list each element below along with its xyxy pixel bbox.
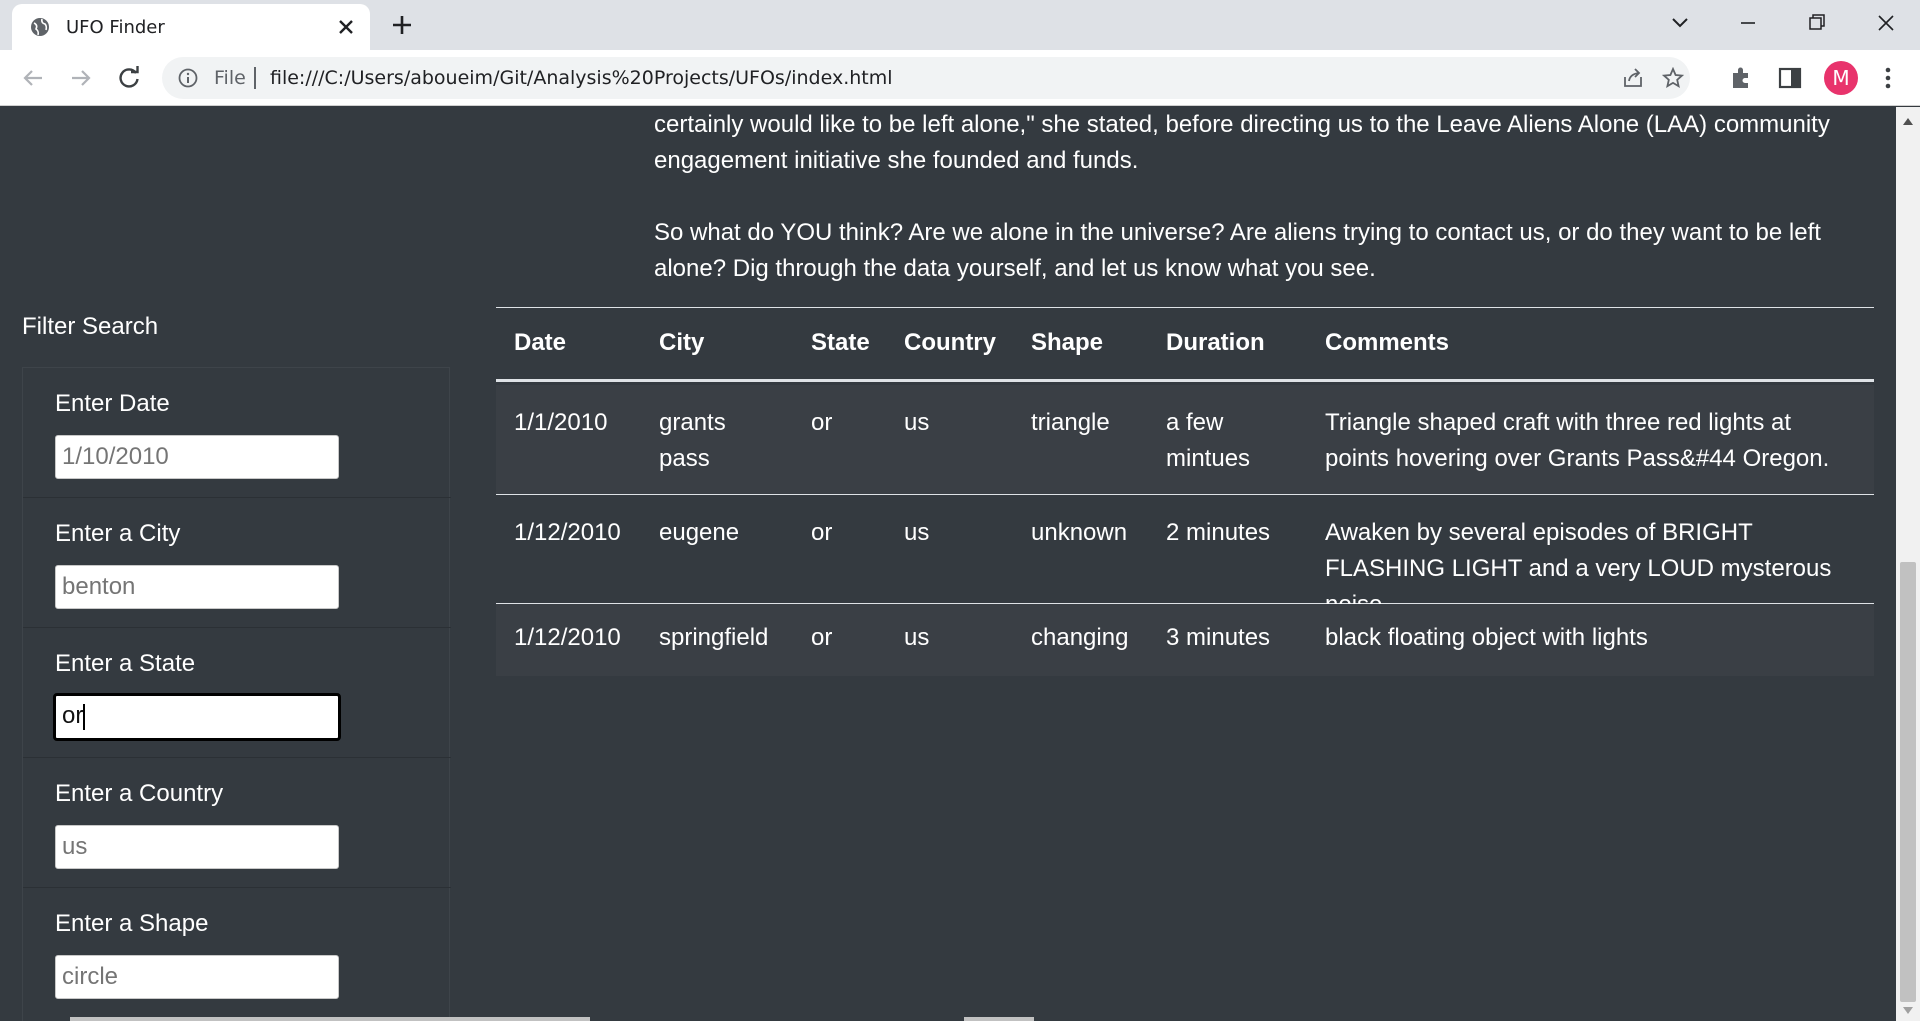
browser-tab[interactable]: UFO Finder xyxy=(12,4,370,50)
cell-city: grants pass xyxy=(659,409,726,472)
table-row: 1/1/2010 grants pass or us triangle a fe… xyxy=(496,385,1874,495)
column-header-state: State xyxy=(811,329,870,356)
cell-date: 1/12/2010 xyxy=(514,519,621,546)
close-tab-icon[interactable] xyxy=(334,15,358,39)
city-filter-input[interactable] xyxy=(55,565,339,609)
column-header-country: Country xyxy=(904,329,996,356)
column-header-city: City xyxy=(659,329,705,356)
scrollbar-thumb[interactable] xyxy=(1900,562,1916,1002)
back-icon[interactable] xyxy=(18,63,48,93)
forward-icon[interactable] xyxy=(66,63,96,93)
profile-avatar[interactable]: M xyxy=(1824,61,1858,95)
new-tab-button[interactable] xyxy=(384,8,420,42)
country-filter-input[interactable] xyxy=(55,825,339,869)
extensions-puzzle-icon[interactable] xyxy=(1728,64,1756,92)
url-scheme: File xyxy=(214,67,246,89)
scroll-down-arrow-icon[interactable] xyxy=(1902,1003,1914,1014)
url-separator xyxy=(254,67,256,89)
horizontal-scroll-indicator xyxy=(964,1017,1034,1021)
filter-label: Enter Date xyxy=(55,390,170,417)
page-content: certainly would like to be left alone," … xyxy=(0,107,1920,1021)
cell-shape: triangle xyxy=(1031,409,1110,436)
scroll-up-arrow-icon[interactable] xyxy=(1902,113,1914,125)
reload-icon[interactable] xyxy=(114,63,144,93)
cell-country: us xyxy=(904,409,930,436)
info-icon[interactable] xyxy=(178,68,198,88)
filter-item-country: Enter a Country xyxy=(23,758,451,888)
vertical-scrollbar[interactable] xyxy=(1896,107,1920,1021)
table-header: Date City State Country Shape Duration C… xyxy=(496,308,1874,382)
cell-state: or xyxy=(811,624,833,651)
cell-shape: changing xyxy=(1031,624,1129,651)
close-window-icon[interactable] xyxy=(1866,8,1906,38)
cell-comments: Triangle shaped craft with three red lig… xyxy=(1325,409,1830,472)
date-filter-input[interactable] xyxy=(55,435,339,479)
cell-duration: 2 minutes xyxy=(1166,519,1271,546)
horizontal-scroll-indicator xyxy=(70,1017,590,1021)
state-filter-value: or xyxy=(62,702,84,729)
table-row: 1/12/2010 springfield or us changing 3 m… xyxy=(496,604,1874,676)
state-filter-input[interactable]: or xyxy=(53,693,341,741)
cell-shape: unknown xyxy=(1031,519,1128,546)
filter-label: Enter a State xyxy=(55,650,196,677)
url-text[interactable]: file:///C:/Users/aboueim/Git/Analysis%20… xyxy=(270,67,893,89)
intro-paragraph: So what do YOU think? Are we alone in th… xyxy=(654,219,1821,282)
cell-country: us xyxy=(904,624,930,651)
share-icon[interactable] xyxy=(1622,67,1644,89)
tab-strip: UFO Finder xyxy=(0,0,1920,50)
filter-list: Enter Date Enter a City Enter a State or… xyxy=(22,367,451,1021)
filter-label: Enter a City xyxy=(55,520,181,547)
filter-label: Enter a Country xyxy=(55,780,224,807)
filter-item-state: Enter a State or xyxy=(23,628,451,758)
column-header-comments: Comments xyxy=(1325,329,1450,356)
filter-item-date: Enter Date xyxy=(23,368,451,498)
filter-item-shape: Enter a Shape xyxy=(23,888,451,1018)
cell-comments: black floating object with lights xyxy=(1325,624,1648,651)
filter-search-title: Filter Search xyxy=(22,313,159,340)
text-caret xyxy=(83,703,86,730)
filter-label: Enter a Shape xyxy=(55,910,209,937)
bookmark-star-icon[interactable] xyxy=(1661,66,1685,89)
filter-item-city: Enter a City xyxy=(23,498,451,628)
intro-paragraph: certainly would like to be left alone," … xyxy=(654,111,1830,174)
cell-city: eugene xyxy=(659,519,740,546)
column-header-duration: Duration xyxy=(1166,329,1265,356)
table-row: 1/12/2010 eugene or us unknown 2 minutes… xyxy=(496,495,1874,618)
address-bar[interactable]: File file:///C:/Users/aboueim/Git/Analys… xyxy=(162,57,1690,99)
column-header-date: Date xyxy=(514,329,567,356)
restore-icon[interactable] xyxy=(1796,8,1836,38)
cell-state: or xyxy=(811,519,833,546)
browser-toolbar: File file:///C:/Users/aboueim/Git/Analys… xyxy=(0,50,1920,106)
cell-country: us xyxy=(904,519,930,546)
cell-state: or xyxy=(811,409,833,436)
cell-duration: a few mintues xyxy=(1166,409,1251,472)
cell-date: 1/12/2010 xyxy=(514,624,621,651)
minimize-icon[interactable] xyxy=(1728,8,1768,38)
column-header-shape: Shape xyxy=(1031,329,1104,356)
cell-city: springfield xyxy=(659,624,769,651)
tab-search-chevron-icon[interactable] xyxy=(1660,8,1700,38)
shape-filter-input[interactable] xyxy=(55,955,339,999)
tab-title: UFO Finder xyxy=(66,17,165,38)
side-panel-icon[interactable] xyxy=(1776,64,1804,92)
kebab-menu-icon[interactable] xyxy=(1874,64,1902,92)
cell-duration: 3 minutes xyxy=(1166,624,1271,651)
globe-icon xyxy=(30,17,50,37)
cell-date: 1/1/2010 xyxy=(514,409,608,436)
